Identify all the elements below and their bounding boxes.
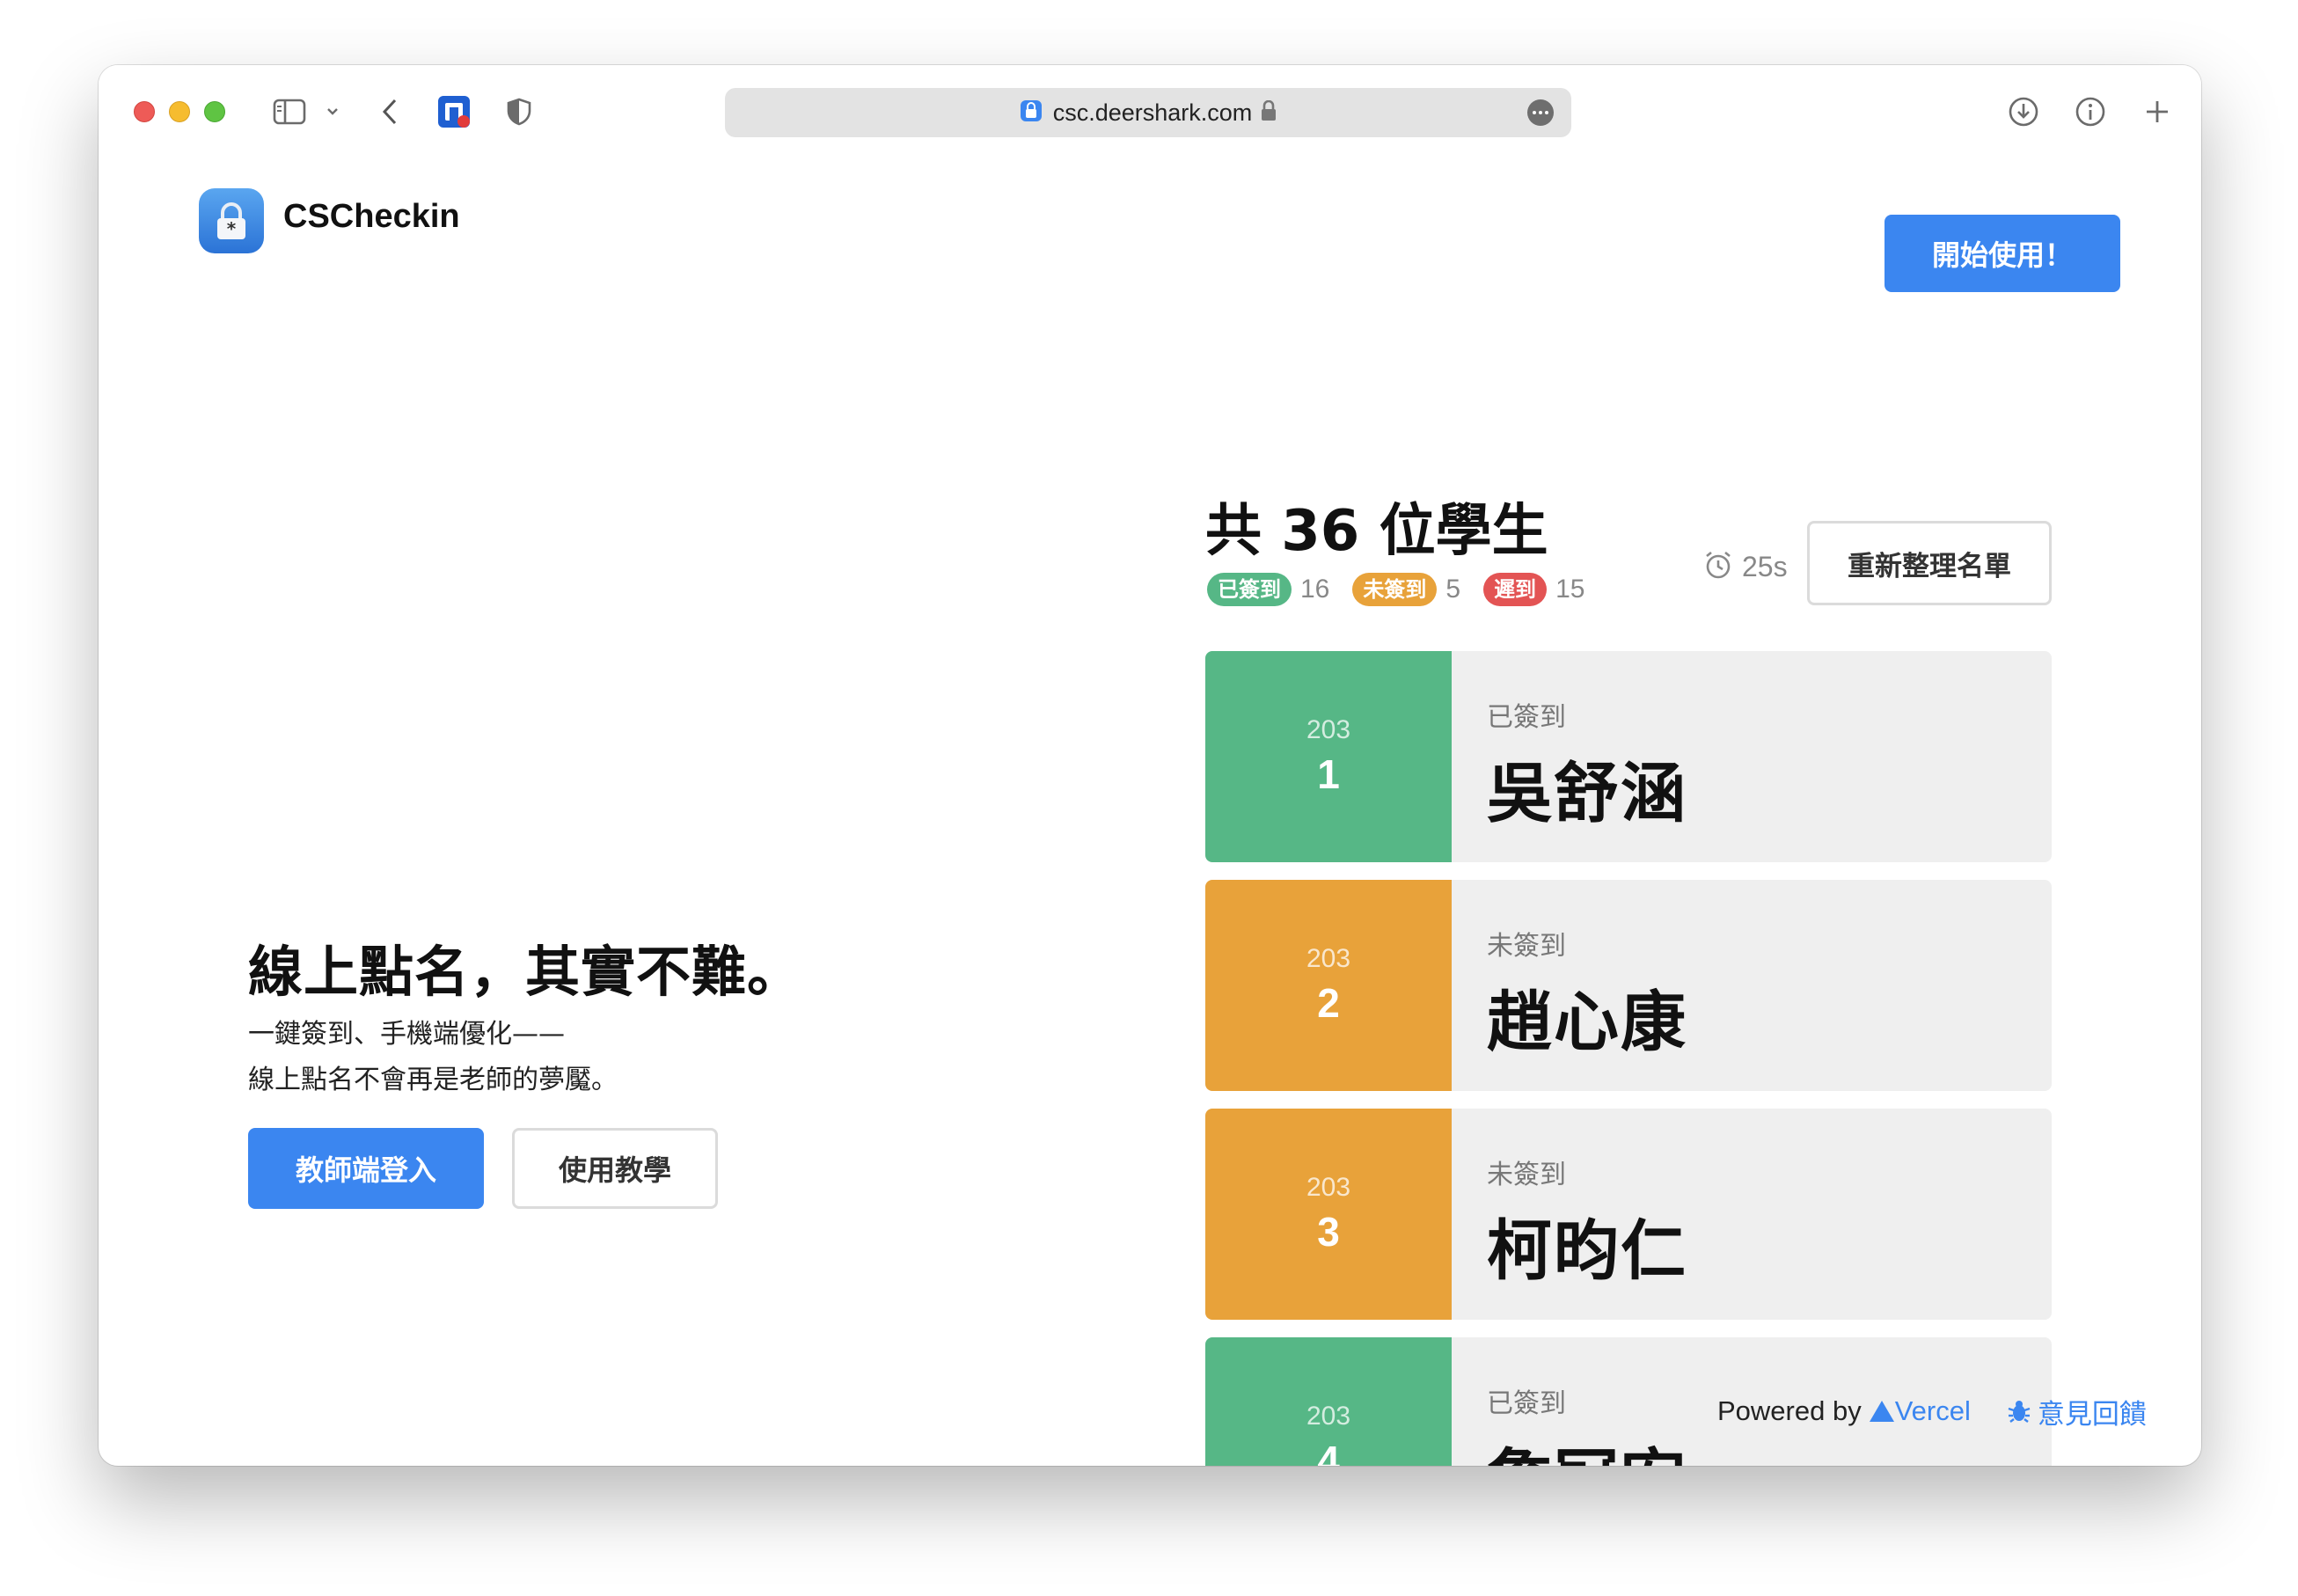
vercel-link[interactable]: Vercel <box>1869 1395 1971 1427</box>
class-number: 203 <box>1306 715 1351 744</box>
feedback-label: 意見回饋 <box>2037 1398 2147 1431</box>
powered-by-text: Powered by <box>1717 1395 1862 1426</box>
chevron-down-icon[interactable] <box>322 95 343 128</box>
hero-title: 線上點名，其實不難。 <box>248 940 803 1004</box>
checked-in-count: 16 <box>1300 575 1330 604</box>
attendance-stats: 已簽到 16 未簽到 5 遲到 15 <box>1207 572 1607 607</box>
student-name: 吳舒涵 <box>1487 756 1687 831</box>
address-bar[interactable]: csc.deershark.com <box>725 88 1571 137</box>
student-row[interactable]: 203 3 未簽到 柯昀仁 <box>1205 1109 2052 1320</box>
lock-icon <box>1261 99 1277 125</box>
vercel-triangle-icon <box>1869 1401 1894 1422</box>
seat-number: 3 <box>1317 1209 1340 1255</box>
seat-number: 1 <box>1317 751 1340 797</box>
new-tab-plus-icon[interactable] <box>2140 95 2175 128</box>
browser-toolbar: csc.deershark.com <box>99 65 2201 157</box>
info-icon[interactable] <box>2073 95 2108 128</box>
class-number: 203 <box>1306 1402 1351 1431</box>
late-count: 15 <box>1555 575 1585 604</box>
footer: Powered by Vercel 意見回饋 <box>1717 1392 2147 1431</box>
seat-number: 4 <box>1317 1438 1340 1466</box>
student-row[interactable]: 203 2 未簽到 趙心康 <box>1205 880 2052 1091</box>
padlock-icon: * <box>217 202 245 239</box>
student-name: 趙心康 <box>1487 985 1687 1060</box>
student-name: 柯昀仁 <box>1487 1213 1687 1289</box>
zoom-window-button[interactable] <box>204 101 225 122</box>
alarm-clock-icon <box>1703 550 1733 583</box>
student-info: 未簽到 趙心康 <box>1452 880 2052 1091</box>
not-checked-in-count: 5 <box>1445 575 1461 604</box>
bug-icon <box>2008 1401 2031 1423</box>
hero-subtitle-line-1: 一鍵簽到、手機端優化—— <box>248 1019 565 1050</box>
class-number: 203 <box>1306 944 1351 973</box>
sidebar-toggle-icon[interactable] <box>271 95 308 128</box>
student-status: 已簽到 <box>1487 702 1566 733</box>
student-info: 已簽到 吳舒涵 <box>1452 651 2052 862</box>
tutorial-button[interactable]: 使用教學 <box>512 1128 718 1209</box>
student-row[interactable]: 203 1 已簽到 吳舒涵 <box>1205 651 2052 862</box>
site-favicon-icon <box>1020 99 1043 126</box>
student-list[interactable]: 203 1 已簽到 吳舒涵 203 2 未簽到 趙心康 203 3 未簽到 柯昀… <box>1205 651 2052 1466</box>
student-status: 未簽到 <box>1487 931 1566 962</box>
not-checked-in-badge: 未簽到 <box>1352 573 1438 606</box>
back-arrow-icon[interactable] <box>377 95 403 128</box>
vercel-label: Vercel <box>1894 1395 1971 1426</box>
get-started-button[interactable]: 開始使用！ <box>1885 215 2120 292</box>
app-logo[interactable]: * <box>199 188 264 253</box>
timer-value: 25s <box>1742 550 1788 582</box>
svg-text:*: * <box>227 218 237 239</box>
page-menu-icon[interactable] <box>1527 99 1554 126</box>
late-badge: 遲到 <box>1483 573 1548 606</box>
student-status: 未簽到 <box>1487 1160 1566 1190</box>
refresh-roster-button[interactable]: 重新整理名單 <box>1807 521 2052 605</box>
brand-name[interactable]: CSCheckin <box>283 198 460 236</box>
seat-block: 203 1 <box>1205 651 1452 862</box>
class-number: 203 <box>1306 1173 1351 1202</box>
student-count-title: 共 36 位學生 <box>1205 499 1548 564</box>
seat-block: 203 3 <box>1205 1109 1452 1320</box>
minimize-window-button[interactable] <box>169 101 190 122</box>
privacy-shield-icon[interactable] <box>505 95 533 128</box>
extension-icon[interactable] <box>436 95 472 128</box>
refresh-timer: 25s <box>1703 547 1788 586</box>
downloads-icon[interactable] <box>2006 95 2041 128</box>
seat-number: 2 <box>1317 980 1340 1026</box>
seat-block: 203 2 <box>1205 880 1452 1091</box>
browser-window: csc.deershark.com * CSCheckin 開始使用！ 線上點名… <box>99 65 2201 1466</box>
teacher-login-button[interactable]: 教師端登入 <box>248 1128 484 1209</box>
student-name: 詹冠宏 <box>1487 1427 2052 1466</box>
hero-subtitle-line-2: 線上點名不會再是老師的夢魘。 <box>248 1065 618 1095</box>
seat-block: 203 4 <box>1205 1337 1452 1466</box>
feedback-link[interactable]: 意見回饋 <box>2006 1392 2147 1431</box>
checked-in-badge: 已簽到 <box>1207 573 1292 606</box>
url-text[interactable]: csc.deershark.com <box>1053 99 1253 127</box>
student-info: 未簽到 柯昀仁 <box>1452 1109 2052 1320</box>
close-window-button[interactable] <box>134 101 155 122</box>
